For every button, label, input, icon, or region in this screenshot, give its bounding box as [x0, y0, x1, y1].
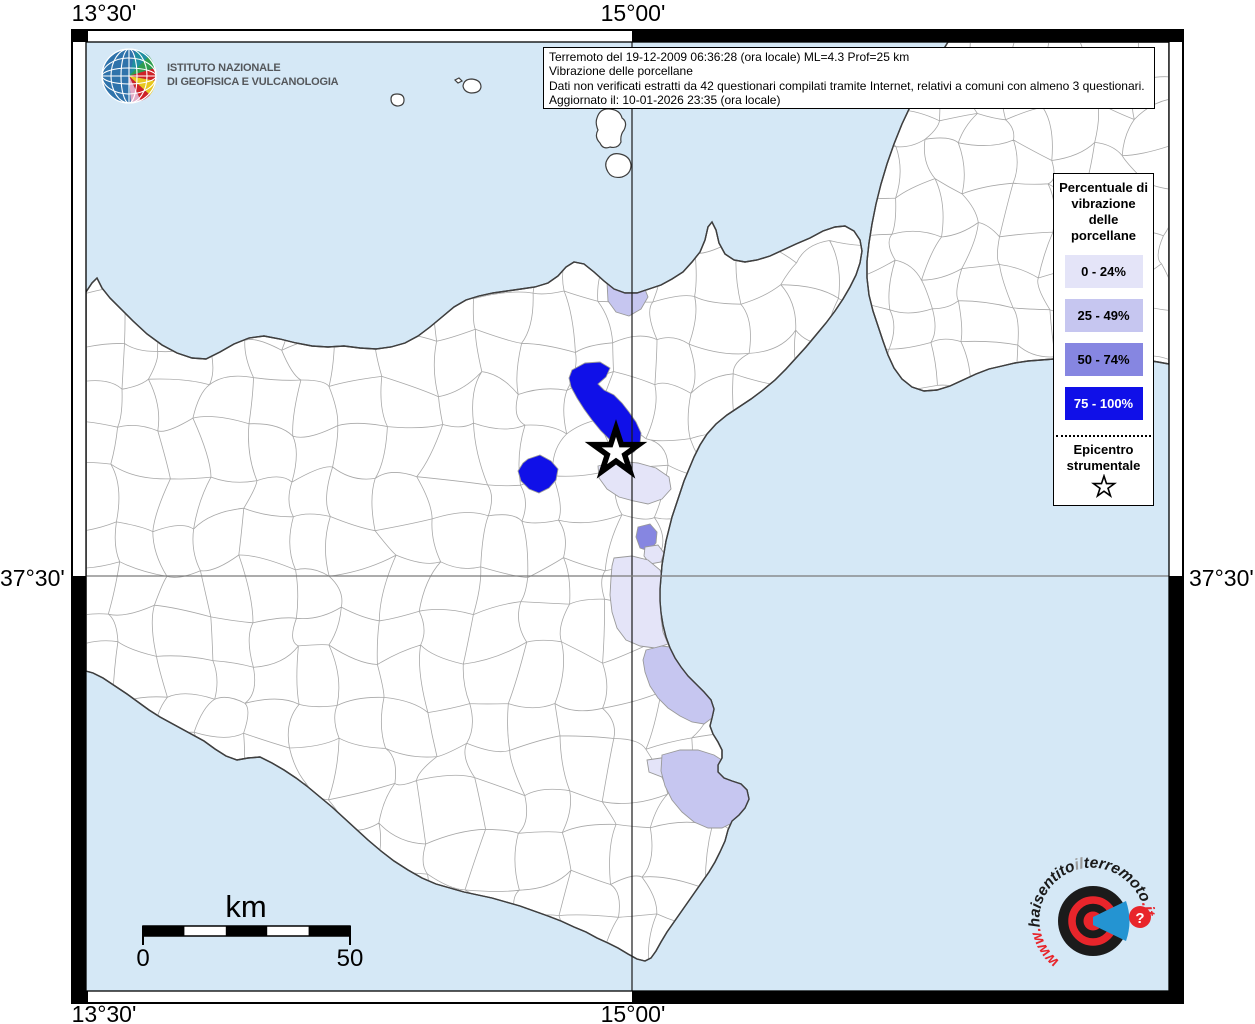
- legend-swatch-0-24: 0 - 24%: [1064, 255, 1143, 288]
- scale-bar-end-label: 50: [337, 945, 364, 972]
- island-lipari: [595, 108, 627, 149]
- scale-bar-segment: [308, 926, 350, 936]
- lon-label-bottom-left: 13°30': [71, 1001, 137, 1024]
- legend-swatch-label: 25 - 49%: [1077, 308, 1130, 323]
- legend-title: Percentuale di vibrazione delle porcella…: [1059, 180, 1148, 243]
- legend-epicenter-title: Epicentro strumentale: [1066, 442, 1141, 473]
- info-event-line: Terremoto del 19-12-2009 06:36:28 (ora l…: [549, 50, 910, 64]
- legend-swatch-label: 75 - 100%: [1073, 396, 1134, 411]
- lon-label-bottom-center: 15°00': [600, 1001, 666, 1024]
- scale-bar-segment: [225, 926, 268, 936]
- ingv-name-line2: DI GEOFISICA E VULCANOLOGIA: [167, 75, 339, 88]
- legend-swatch-75-100: 75 - 100%: [1064, 387, 1143, 420]
- lon-label-top-center: 15°00': [600, 0, 666, 26]
- earthquake-info-box: Terremoto del 19-12-2009 06:36:28 (ora l…: [543, 47, 1155, 109]
- frame-band-segment: [632, 991, 1183, 1003]
- map-page: km 0 50 ? www.haisentitoilterremoto.it 1…: [0, 0, 1255, 1024]
- ingv-globe-logo: [101, 48, 157, 104]
- scale-bar-unit: km: [225, 889, 266, 924]
- map-canvas: km 0 50 ? www.haisentitoilterremoto.it: [71, 29, 1184, 1004]
- ingv-institute-name: ISTITUTO NAZIONALE DI GEOFISICA E VULCAN…: [167, 62, 339, 89]
- legend-swatch-25-49: 25 - 49%: [1064, 299, 1143, 332]
- island-vulcano: [605, 153, 632, 179]
- map-interior: km 0 50 ? www.haisentitoilterremoto.it: [86, 42, 1169, 991]
- scale-bar-start-label: 0: [136, 945, 149, 972]
- ingv-globe-grid: [101, 48, 157, 104]
- info-updated-line: Aggiornato il: 10-01-2026 23:35 (ora loc…: [549, 92, 781, 107]
- lon-label-top-left: 13°30': [71, 0, 137, 26]
- frame-band-segment: [72, 576, 86, 991]
- frame-band-segment: [72, 30, 88, 42]
- ingv-name-line1: ISTITUTO NAZIONALE: [167, 62, 281, 74]
- legend-separator: [1056, 435, 1151, 437]
- info-source-line: Dati non verificati estratti da 42 quest…: [549, 78, 1145, 93]
- info-effect-line: Vibrazione delle porcellane: [549, 64, 693, 79]
- scale-bar-segment: [143, 926, 185, 936]
- legend: Percentuale di vibrazione delle porcella…: [1053, 173, 1154, 506]
- legend-swatch-label: 50 - 74%: [1077, 352, 1130, 367]
- frame-band-segment: [1169, 576, 1183, 991]
- legend-swatch-label: 0 - 24%: [1081, 264, 1126, 279]
- island-salina: [462, 78, 482, 94]
- legend-epicenter-star-icon: [1090, 473, 1117, 498]
- legend-swatch-50-74: 50 - 74%: [1064, 343, 1143, 376]
- lat-label-left: 37°30': [0, 565, 65, 591]
- frame-band-segment: [632, 30, 1183, 42]
- island-alicudi: [390, 93, 405, 107]
- lat-label-right: 37°30': [1189, 565, 1254, 591]
